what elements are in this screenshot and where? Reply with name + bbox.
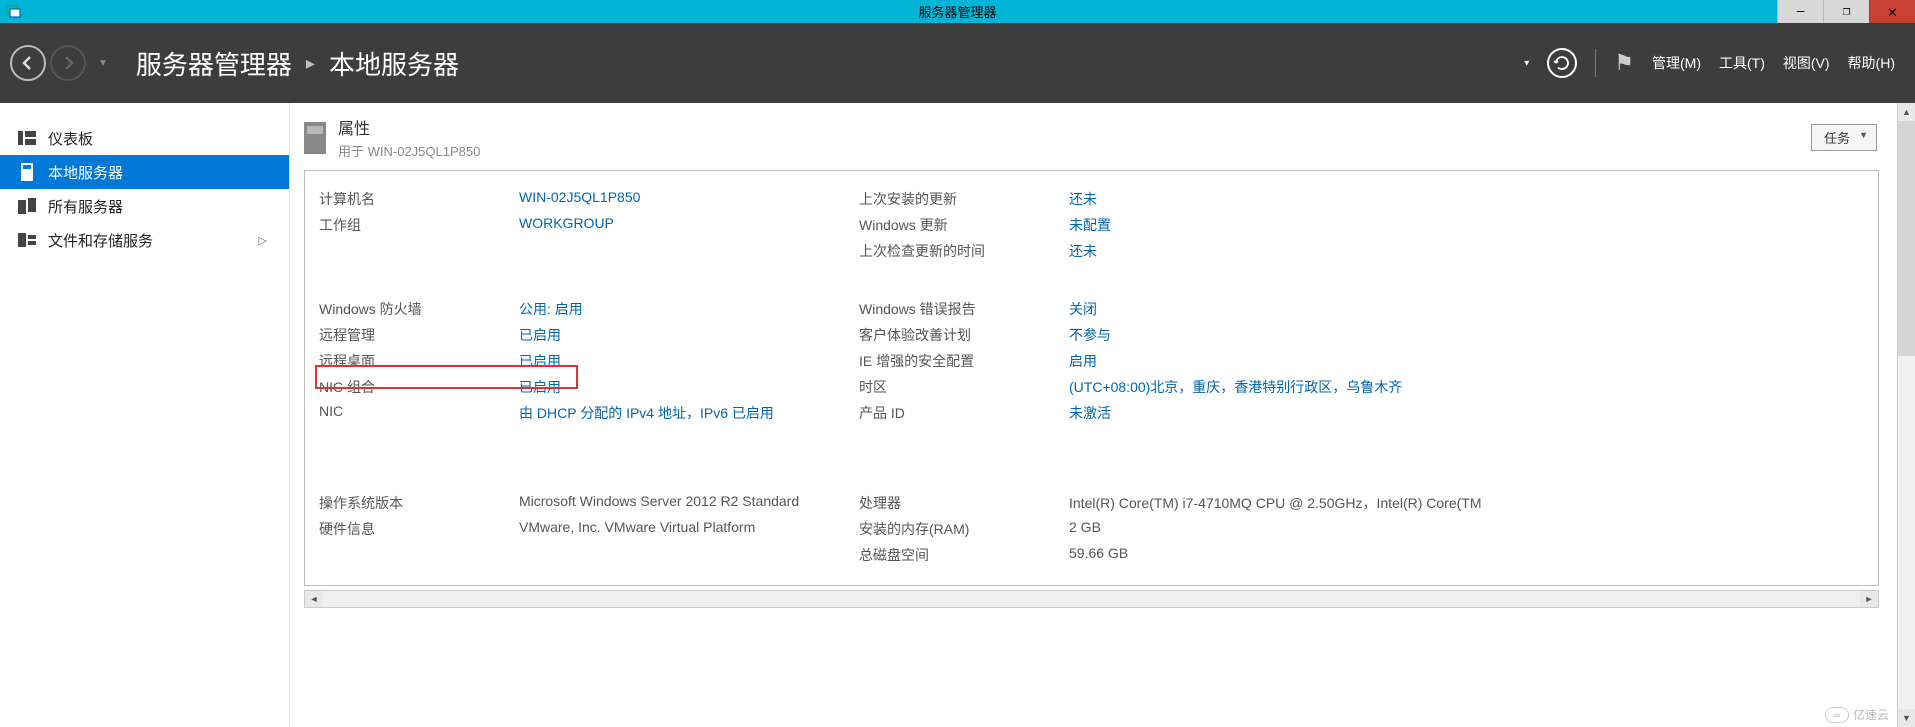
scroll-track-v[interactable] <box>1898 121 1915 709</box>
main-panel: 属性 用于 WIN-02J5QL1P850 任务 计算机名 WIN-02J5QL… <box>290 103 1897 727</box>
prop-nic-value[interactable]: 由 DHCP 分配的 IPv4 地址，IPv6 已启用 <box>519 403 859 423</box>
breadcrumb-separator-icon: ▸ <box>306 53 315 74</box>
prop-remote-mgmt-label: 远程管理 <box>319 325 519 345</box>
prop-error-report-label: Windows 错误报告 <box>859 299 1069 319</box>
menu-view[interactable]: 视图(V) <box>1783 53 1830 73</box>
header-right: ▾ ⚑ 管理(M) 工具(T) 视图(V) 帮助(H) <box>1524 48 1895 78</box>
window-controls: — ❐ ✕ <box>1777 0 1915 23</box>
panel-header: 属性 用于 WIN-02J5QL1P850 任务 <box>290 103 1897 170</box>
watermark-icon: ∞ <box>1825 707 1849 723</box>
titlebar: 服务器管理器 — ❐ ✕ <box>0 0 1915 23</box>
prop-last-update-label: 上次安装的更新 <box>859 189 1069 209</box>
menu-help[interactable]: 帮助(H) <box>1848 53 1895 73</box>
vertical-scrollbar[interactable]: ▲ ▼ <box>1897 103 1915 727</box>
prop-os-version-label: 操作系统版本 <box>319 493 519 513</box>
sidebar-item-label: 本地服务器 <box>48 162 123 183</box>
prop-win-update-value[interactable]: 未配置 <box>1069 215 1539 235</box>
scroll-down-icon[interactable]: ▼ <box>1898 709 1915 727</box>
breadcrumb-root[interactable]: 服务器管理器 <box>136 45 292 82</box>
prop-workgroup-label: 工作组 <box>319 215 519 235</box>
servers-icon <box>18 198 36 214</box>
nav-history-dropdown[interactable]: ▼ <box>98 58 108 69</box>
prop-last-check-value[interactable]: 还未 <box>1069 241 1539 261</box>
prop-firewall-value[interactable]: 公用: 启用 <box>519 299 859 319</box>
prop-hw-info-value: VMware, Inc. VMware Virtual Platform <box>519 519 859 539</box>
scroll-thumb-v[interactable] <box>1898 121 1915 356</box>
panel-title: 属性 <box>338 115 480 139</box>
header: ▼ 服务器管理器 ▸ 本地服务器 ▾ ⚑ 管理(M) 工具(T) 视图(V) 帮… <box>0 23 1915 103</box>
server-icon <box>18 163 36 181</box>
sidebar-item-all-servers[interactable]: 所有服务器 <box>0 189 289 223</box>
scroll-left-icon[interactable]: ◄ <box>305 591 323 607</box>
prop-computer-name-label: 计算机名 <box>319 189 519 209</box>
watermark-text: 亿速云 <box>1853 706 1889 723</box>
prop-timezone-label: 时区 <box>859 377 1069 397</box>
breadcrumb: 服务器管理器 ▸ 本地服务器 <box>136 45 459 82</box>
nic-team-highlight-box <box>315 365 578 389</box>
content-area: 仪表板 本地服务器 所有服务器 文件和存储服务 ▷ 属性 <box>0 103 1915 727</box>
prop-last-update-value[interactable]: 还未 <box>1069 189 1539 209</box>
dashboard-icon <box>18 131 36 145</box>
scroll-right-icon[interactable]: ► <box>1860 591 1878 607</box>
panel-subtitle: 用于 WIN-02J5QL1P850 <box>338 141 480 160</box>
sidebar-item-label: 仪表板 <box>48 128 93 149</box>
menu-manage[interactable]: 管理(M) <box>1652 53 1701 73</box>
prop-cpu-value: Intel(R) Core(TM) i7-4710MQ CPU @ 2.50GH… <box>1069 493 1539 513</box>
prop-os-version-value: Microsoft Windows Server 2012 R2 Standar… <box>519 493 859 513</box>
horizontal-scrollbar[interactable]: ◄ ► <box>304 590 1879 608</box>
prop-hw-info-label: 硬件信息 <box>319 519 519 539</box>
prop-last-check-label: 上次检查更新的时间 <box>859 241 1069 261</box>
prop-ie-esc-value[interactable]: 启用 <box>1069 351 1539 371</box>
prop-disk-value: 59.66 GB <box>1069 545 1539 565</box>
watermark: ∞ 亿速云 <box>1825 706 1889 723</box>
window-title: 服务器管理器 <box>918 2 996 21</box>
nav-back-button[interactable] <box>10 45 46 81</box>
prop-nic-label: NIC <box>319 403 519 423</box>
refresh-icon[interactable] <box>1547 48 1577 78</box>
header-dropdown-1[interactable]: ▾ <box>1524 58 1529 69</box>
prop-ram-label: 安装的内存(RAM) <box>859 519 1069 539</box>
chevron-right-icon: ▷ <box>259 234 267 247</box>
prop-ram-value: 2 GB <box>1069 519 1539 539</box>
close-button[interactable]: ✕ <box>1869 0 1915 23</box>
storage-icon <box>18 233 36 247</box>
prop-ie-esc-label: IE 增强的安全配置 <box>859 351 1069 371</box>
prop-workgroup-value[interactable]: WORKGROUP <box>519 215 859 235</box>
prop-product-id-value[interactable]: 未激活 <box>1069 403 1539 423</box>
notifications-flag-icon[interactable]: ⚑ <box>1614 50 1634 76</box>
prop-error-report-value[interactable]: 关闭 <box>1069 299 1539 319</box>
prop-product-id-label: 产品 ID <box>859 403 1069 423</box>
server-chip-icon <box>304 122 326 154</box>
nav-forward-button[interactable] <box>50 45 86 81</box>
sidebar: 仪表板 本地服务器 所有服务器 文件和存储服务 ▷ <box>0 103 290 727</box>
sidebar-item-label: 所有服务器 <box>48 196 123 217</box>
sidebar-item-label: 文件和存储服务 <box>48 230 153 251</box>
prop-ceip-value[interactable]: 不参与 <box>1069 325 1539 345</box>
nav-buttons: ▼ <box>10 45 116 81</box>
prop-firewall-label: Windows 防火墙 <box>319 299 519 319</box>
menu-tools[interactable]: 工具(T) <box>1719 53 1765 73</box>
sidebar-item-local-server[interactable]: 本地服务器 <box>0 155 289 189</box>
prop-cpu-label: 处理器 <box>859 493 1069 513</box>
maximize-button[interactable]: ❐ <box>1823 0 1869 23</box>
prop-disk-label: 总磁盘空间 <box>859 545 1069 565</box>
minimize-button[interactable]: — <box>1777 0 1823 23</box>
breadcrumb-page[interactable]: 本地服务器 <box>329 45 459 82</box>
prop-ceip-label: 客户体验改善计划 <box>859 325 1069 345</box>
prop-computer-name-value[interactable]: WIN-02J5QL1P850 <box>519 189 859 209</box>
tasks-dropdown[interactable]: 任务 <box>1811 124 1877 151</box>
sidebar-item-dashboard[interactable]: 仪表板 <box>0 121 289 155</box>
properties-panel: 计算机名 WIN-02J5QL1P850 上次安装的更新 还未 工作组 WORK… <box>304 170 1879 586</box>
header-separator <box>1595 49 1596 77</box>
scroll-up-icon[interactable]: ▲ <box>1898 103 1915 121</box>
app-icon <box>4 3 24 21</box>
prop-timezone-value[interactable]: (UTC+08:00)北京，重庆，香港特别行政区，乌鲁木齐 <box>1069 377 1539 397</box>
sidebar-item-file-storage[interactable]: 文件和存储服务 ▷ <box>0 223 289 257</box>
prop-remote-mgmt-value[interactable]: 已启用 <box>519 325 859 345</box>
prop-win-update-label: Windows 更新 <box>859 215 1069 235</box>
